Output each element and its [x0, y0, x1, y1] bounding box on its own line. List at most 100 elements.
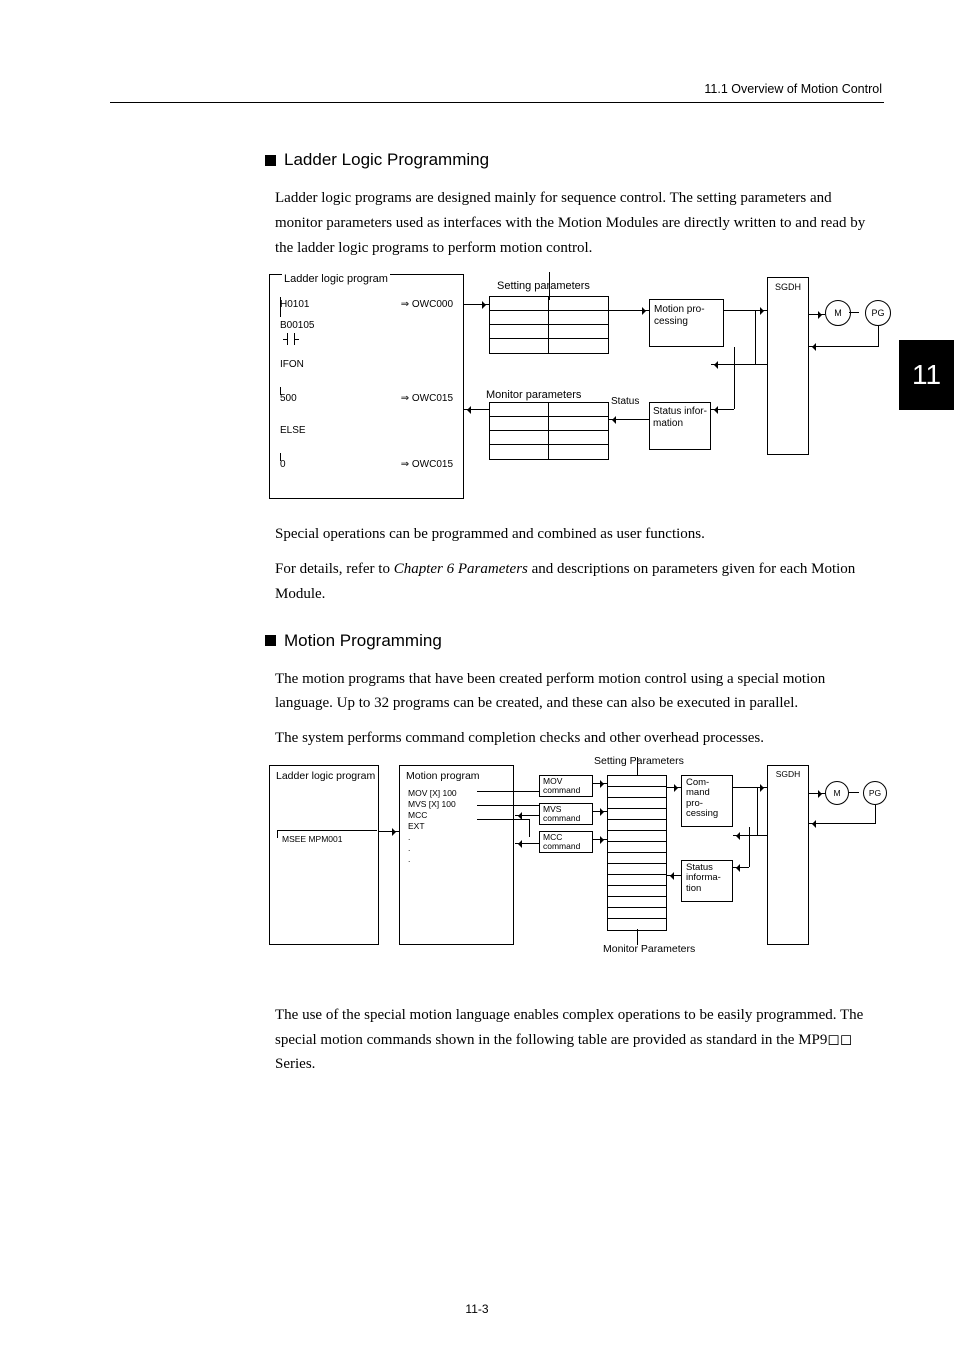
diagram-motion-programming: Ladder logic program MSEE MPM001 Motion … — [269, 765, 899, 985]
arrow-mcc-back — [515, 843, 539, 844]
command-processing-label: Com-mand pro-cessing — [686, 777, 718, 819]
line-mp-mcc — [477, 819, 529, 820]
page-number: 11-3 — [0, 1302, 954, 1316]
section-2-para-3: The use of the special motion language e… — [275, 1003, 874, 1077]
monitor-params-title: Monitor parameters — [486, 389, 581, 401]
diagram-ladder-logic: Ladder logic program H0101 ⇒ OWC000 B001… — [269, 274, 899, 504]
ladder-item-1: B00105 — [280, 320, 314, 331]
arrow-motion-sgdh — [724, 310, 767, 311]
ladder-item-0: H0101 — [280, 299, 309, 310]
ladder-item-3: 500 — [280, 393, 297, 404]
monitor-params-table — [489, 402, 609, 460]
mvs-command-box: MVS command — [539, 803, 593, 825]
pg-return-h — [809, 346, 879, 347]
status-label: Status — [611, 396, 639, 407]
motion-program-lines: MOV [X] 100 MVS [X] 100 MCC EXT . . . — [408, 788, 457, 865]
ladder-item-2: IFON — [280, 359, 304, 370]
monitor-params-title-2: Monitor Parameters — [603, 943, 695, 955]
mcc-command-box: MCC command — [539, 831, 593, 853]
setting-params-table — [489, 296, 609, 354]
sgdh-box: SGDH — [767, 277, 809, 455]
arrow-sgdh-m — [809, 314, 825, 315]
mvs-command-label: MVS command — [543, 804, 580, 823]
content-area: Ladder Logic Programming Ladder logic pr… — [275, 150, 874, 1077]
sgdh-label: SGDH — [768, 282, 808, 292]
arrow-sgdh-m-2 — [809, 793, 825, 794]
params-table-2 — [607, 775, 667, 931]
motion-program-title: Motion program — [406, 770, 480, 782]
arrow-to-setting — [464, 304, 489, 305]
arrow-to-ladder-mon — [464, 409, 489, 410]
ladder-row-1: B00105 — [280, 320, 314, 331]
pg-label: PG — [871, 308, 884, 318]
sgdh-label-2: SGDH — [768, 769, 808, 779]
ladder-row-0: H0101 — [280, 299, 309, 310]
motion-processing-label: Motion pro-cessing — [654, 304, 705, 327]
header-text: 11.1 Overview of Motion Control — [704, 82, 882, 96]
ladder-box-title: Ladder logic program — [282, 273, 390, 285]
arrow-ladder-motion — [379, 831, 399, 832]
ladder-item-5: 0 — [280, 459, 286, 470]
arrow-sgdh-feedback — [711, 364, 767, 365]
arrow-status-tbl-2 — [667, 875, 681, 876]
pg-return-h-2 — [809, 823, 876, 824]
contact-symbol — [280, 333, 302, 348]
mov-command-label: MOV command — [543, 776, 580, 795]
arrow-tbl-cmd — [667, 787, 681, 788]
vl-mcc — [529, 819, 530, 837]
ladder-row-5: 0 — [280, 459, 286, 470]
setting-params-title: Setting parameters — [497, 280, 590, 292]
arrow-mvs-back — [515, 815, 539, 816]
ladder-item-4: ELSE — [280, 425, 306, 436]
vline-mon2 — [637, 929, 638, 945]
arrow-from-status — [609, 419, 649, 420]
ladder-rhs-3: ⇒ OWC015 — [401, 393, 453, 404]
vl-cp-st — [749, 827, 750, 867]
section-2-heading: Motion Programming — [265, 631, 874, 651]
section-1-para-1: Ladder logic programs are designed mainl… — [275, 186, 874, 260]
pg-label-2: PG — [869, 788, 881, 798]
arrow-cmd-sgdh — [733, 787, 767, 788]
section-1-title: Ladder Logic Programming — [284, 150, 489, 170]
mcc-command-label: MCC command — [543, 832, 580, 851]
vl-sgdh-fb2 — [757, 787, 758, 835]
section-1-para-2: Special operations can be programmed and… — [275, 522, 874, 547]
motion-processing-box: Motion pro-cessing — [649, 299, 724, 347]
motor-circle-icon-2: M — [825, 781, 849, 805]
ladder-program-box: Ladder logic program H0101 ⇒ OWC000 B001… — [269, 274, 464, 499]
setting-params-title-2: Setting Parameters — [594, 755, 684, 767]
square-bullet-icon — [265, 155, 276, 166]
ladder-rhs-0: ⇒ OWC000 — [401, 299, 453, 310]
section-1-para-3: For details, refer to Chapter 6 Paramete… — [275, 557, 874, 607]
arrow-to-motion — [609, 310, 649, 311]
line-mp-mov — [477, 791, 539, 792]
m-label: M — [834, 308, 842, 318]
motor-circle-icon: M — [825, 300, 851, 326]
vline-mp-st — [734, 347, 735, 409]
pg-circle-icon-2: PG — [863, 781, 887, 805]
section-2-title: Motion Programming — [284, 631, 442, 651]
arrow-fb-status2 — [733, 867, 749, 868]
page: 11.1 Overview of Motion Control Ladder L… — [0, 0, 954, 1127]
ladder-box-title-2: Ladder logic program — [276, 770, 375, 783]
ladder-row-3: 500 — [280, 393, 297, 404]
ladder-rhs-5: ⇒ OWC015 — [401, 459, 453, 470]
sgdh-box-2: SGDH — [767, 765, 809, 945]
ladder-row-4: ELSE — [280, 425, 306, 436]
pg-circle-icon: PG — [865, 300, 891, 326]
header-rule — [110, 102, 884, 103]
line-mp-mvs — [477, 805, 539, 806]
mov-command-box: MOV command — [539, 775, 593, 797]
ladder-row-2: IFON — [280, 359, 304, 370]
m-pg-link-2 — [849, 792, 859, 793]
status-info-label-2: Status informa-tion — [686, 862, 721, 894]
para3-b: Chapter 6 Parameters — [394, 561, 528, 577]
msee-vline — [277, 830, 278, 838]
arrow-cmd-tbl-3 — [593, 839, 607, 840]
arrow-to-status-box — [711, 409, 734, 410]
square-bullet-icon — [265, 635, 276, 646]
arrow-sgdh-back-2 — [733, 835, 767, 836]
m-pg-link — [849, 312, 859, 313]
arrow-cmd-tbl-2 — [593, 811, 607, 812]
status-info-box: Status infor-mation — [649, 402, 711, 450]
